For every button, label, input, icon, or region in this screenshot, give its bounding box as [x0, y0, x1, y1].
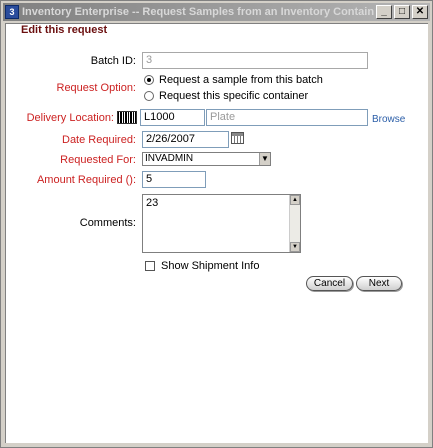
title-bar[interactable]: 3 Inventory Enterprise -- Request Sample… [3, 3, 430, 21]
date-required-field[interactable]: 2/26/2007 [142, 131, 229, 148]
browse-link[interactable]: Browse [372, 114, 405, 125]
next-button[interactable]: Next [356, 276, 402, 291]
delivery-location-label: Delivery Location: [26, 112, 114, 124]
date-required-label: Date Required: [62, 134, 136, 146]
amount-required-label: Amount Required (): [36, 174, 136, 186]
comments-textarea[interactable]: 23 ▲ ▼ [142, 194, 301, 253]
show-shipment-option[interactable]: Show Shipment Info [145, 260, 259, 272]
scroll-down-icon[interactable]: ▼ [290, 242, 300, 252]
form-heading: Edit this request [21, 24, 108, 36]
batch-id-field[interactable]: 3 [142, 52, 368, 69]
maximize-button[interactable]: □ [394, 5, 410, 19]
radio-button[interactable] [144, 91, 154, 101]
radio-specific-container[interactable]: Request this specific container [144, 90, 308, 102]
calendar-icon[interactable] [231, 132, 244, 144]
delivery-location-field[interactable]: L1000 [140, 109, 205, 126]
show-shipment-checkbox[interactable] [145, 261, 155, 271]
minimize-button[interactable]: _ [376, 5, 392, 19]
comments-label: Comments: [79, 217, 136, 229]
requested-for-value: INVADMIN [145, 153, 194, 164]
dialog-window: 3 Inventory Enterprise -- Request Sample… [0, 0, 433, 448]
requested-for-select[interactable]: INVADMIN ▼ [142, 152, 271, 166]
inventory-app-icon: 3 [5, 5, 19, 19]
amount-required-field[interactable]: 5 [142, 171, 206, 188]
dialog-content: Edit this request Batch ID: 3 Request Op… [5, 23, 428, 443]
chevron-down-icon[interactable]: ▼ [259, 153, 270, 165]
barcode-icon[interactable] [117, 111, 137, 124]
requested-for-label: Requested For: [60, 154, 136, 166]
show-shipment-label: Show Shipment Info [161, 260, 260, 272]
radio-container-label: Request this specific container [159, 90, 309, 102]
scroll-up-icon[interactable]: ▲ [290, 195, 300, 205]
radio-sample-label: Request a sample from this batch [159, 74, 323, 86]
request-option-label: Request Option: [56, 82, 137, 94]
close-button[interactable]: ✕ [412, 5, 428, 19]
window-title: Inventory Enterprise -- Request Samples … [22, 6, 374, 18]
comments-scrollbar[interactable]: ▲ ▼ [289, 195, 300, 252]
comments-text: 23 [146, 197, 159, 209]
batch-id-label: Batch ID: [90, 55, 136, 67]
plate-field[interactable]: Plate [206, 109, 368, 126]
cancel-button[interactable]: Cancel [306, 276, 353, 291]
radio-button-selected[interactable] [144, 75, 154, 85]
radio-sample-from-batch[interactable]: Request a sample from this batch [144, 74, 323, 86]
